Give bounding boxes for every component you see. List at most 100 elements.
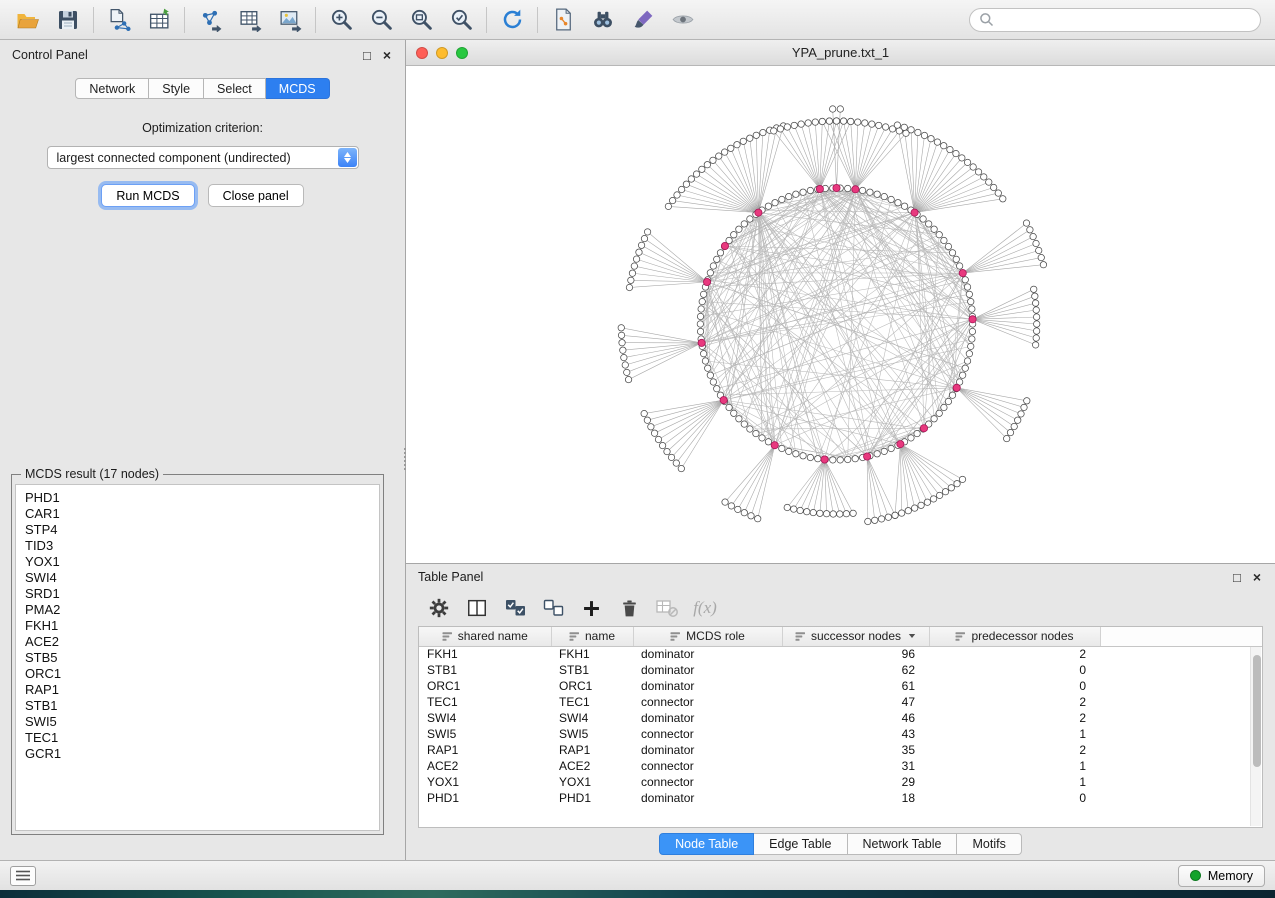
network-canvas[interactable]: [406, 66, 1275, 563]
mcds-result-item[interactable]: SWI5: [25, 714, 370, 730]
run-mcds-button[interactable]: Run MCDS: [101, 184, 194, 207]
float-panel-icon[interactable]: □: [1233, 571, 1241, 584]
window-zoom-button[interactable]: [456, 47, 468, 59]
apply-style-button[interactable]: [623, 3, 663, 37]
mcds-result-item[interactable]: STB5: [25, 650, 370, 666]
control-panel-tabs: Network Style Select MCDS: [0, 78, 405, 99]
window-close-button[interactable]: [416, 47, 428, 59]
cell-successor-nodes: 46: [782, 710, 929, 726]
mcds-result-item[interactable]: FKH1: [25, 618, 370, 634]
network-from-selection-button[interactable]: [543, 3, 583, 37]
mcds-result-item[interactable]: PHD1: [25, 490, 370, 506]
zoom-out-button[interactable]: [361, 3, 401, 37]
status-bar: Memory: [0, 860, 1275, 890]
column-header-shared-name[interactable]: shared name: [419, 627, 551, 646]
cell-mcds-role: dominator: [633, 662, 782, 678]
gear-icon: [428, 597, 450, 619]
trash-icon: [619, 598, 640, 619]
mcds-result-item[interactable]: STB1: [25, 698, 370, 714]
deselect-all-button[interactable]: [534, 593, 572, 623]
mcds-result-item[interactable]: SWI4: [25, 570, 370, 586]
zoom-fit-button[interactable]: [401, 3, 441, 37]
column-header-name[interactable]: name: [551, 627, 633, 646]
search-input[interactable]: [1000, 13, 1251, 27]
delete-column-button[interactable]: [610, 593, 648, 623]
tab-select[interactable]: Select: [204, 78, 266, 99]
column-header-predecessor-nodes[interactable]: predecessor nodes: [929, 627, 1100, 646]
tab-node-table[interactable]: Node Table: [659, 833, 754, 855]
zoom-selected-button[interactable]: [441, 3, 481, 37]
import-table-button[interactable]: [139, 3, 179, 37]
table-scrollbar[interactable]: [1250, 647, 1261, 826]
table-row[interactable]: PHD1PHD1dominator180: [419, 790, 1262, 806]
refresh-button[interactable]: [492, 3, 532, 37]
float-panel-icon[interactable]: □: [363, 49, 371, 62]
task-history-button[interactable]: [10, 866, 36, 886]
tab-edge-table[interactable]: Edge Table: [754, 833, 847, 855]
mcds-result-item[interactable]: CAR1: [25, 506, 370, 522]
scrollbar-thumb[interactable]: [1253, 655, 1261, 767]
toolbar-search-box[interactable]: [969, 8, 1261, 32]
column-header-successor-nodes[interactable]: successor nodes: [782, 627, 929, 646]
mcds-result-item[interactable]: YOX1: [25, 554, 370, 570]
mcds-result-item[interactable]: PMA2: [25, 602, 370, 618]
cell-shared-name: ACE2: [419, 758, 551, 774]
find-button[interactable]: [583, 3, 623, 37]
cell-predecessor-nodes: 1: [929, 774, 1100, 790]
cell-name: TEC1: [551, 694, 633, 710]
mcds-result-list[interactable]: PHD1CAR1STP4TID3YOX1SWI4SRD1PMA2FKH1ACE2…: [15, 484, 380, 831]
cell-successor-nodes: 35: [782, 742, 929, 758]
show-columns-button[interactable]: [458, 593, 496, 623]
table-row[interactable]: TEC1TEC1connector472: [419, 694, 1262, 710]
close-panel-icon[interactable]: ×: [1253, 570, 1261, 584]
paintbrush-icon: [631, 7, 656, 32]
mcds-result-item[interactable]: RAP1: [25, 682, 370, 698]
cell-predecessor-nodes: 1: [929, 726, 1100, 742]
toolbar-separator: [486, 7, 487, 33]
mcds-result-item[interactable]: ORC1: [25, 666, 370, 682]
import-network-button[interactable]: [99, 3, 139, 37]
select-all-button[interactable]: [496, 593, 534, 623]
column-header-MCDS-role[interactable]: MCDS role: [633, 627, 782, 646]
checked-boxes-icon: [504, 597, 527, 619]
table-row[interactable]: ACE2ACE2connector311: [419, 758, 1262, 774]
window-minimize-button[interactable]: [436, 47, 448, 59]
mcds-result-item[interactable]: SRD1: [25, 586, 370, 602]
table-row[interactable]: SWI4SWI4dominator462: [419, 710, 1262, 726]
export-table-button[interactable]: [230, 3, 270, 37]
export-network-button[interactable]: [190, 3, 230, 37]
optimization-criterion-label: Optimization criterion:: [0, 121, 405, 135]
apply-function-button[interactable]: f(x): [686, 593, 724, 623]
mcds-result-item[interactable]: STP4: [25, 522, 370, 538]
zoom-in-button[interactable]: [321, 3, 361, 37]
cell-mcds-role: dominator: [633, 710, 782, 726]
save-session-button[interactable]: [48, 3, 88, 37]
memory-button[interactable]: Memory: [1178, 865, 1265, 887]
delete-table-button[interactable]: [648, 593, 686, 623]
import-table-icon: [147, 7, 172, 32]
mcds-result-item[interactable]: GCR1: [25, 746, 370, 762]
close-panel-icon[interactable]: ×: [383, 48, 391, 62]
mcds-result-item[interactable]: TID3: [25, 538, 370, 554]
tab-style[interactable]: Style: [149, 78, 204, 99]
table-row[interactable]: FKH1FKH1dominator962: [419, 646, 1262, 662]
optimization-criterion-select[interactable]: largest connected component (undirected): [47, 146, 359, 169]
table-row[interactable]: YOX1YOX1connector291: [419, 774, 1262, 790]
tab-motifs[interactable]: Motifs: [957, 833, 1021, 855]
toggle-graphics-details-button[interactable]: [663, 3, 703, 37]
table-row[interactable]: ORC1ORC1dominator610: [419, 678, 1262, 694]
main-area: Control Panel □ × Network Style Select M…: [0, 40, 1275, 860]
create-column-button[interactable]: [572, 593, 610, 623]
mcds-result-item[interactable]: ACE2: [25, 634, 370, 650]
table-row[interactable]: SWI5SWI5connector431: [419, 726, 1262, 742]
open-session-button[interactable]: [8, 3, 48, 37]
table-row[interactable]: RAP1RAP1dominator352: [419, 742, 1262, 758]
tab-network-table[interactable]: Network Table: [848, 833, 958, 855]
table-options-button[interactable]: [420, 593, 458, 623]
table-row[interactable]: STB1STB1dominator620: [419, 662, 1262, 678]
export-image-button[interactable]: [270, 3, 310, 37]
close-panel-button[interactable]: Close panel: [208, 184, 304, 207]
tab-mcds[interactable]: MCDS: [266, 78, 330, 99]
tab-network[interactable]: Network: [75, 78, 149, 99]
mcds-result-item[interactable]: TEC1: [25, 730, 370, 746]
